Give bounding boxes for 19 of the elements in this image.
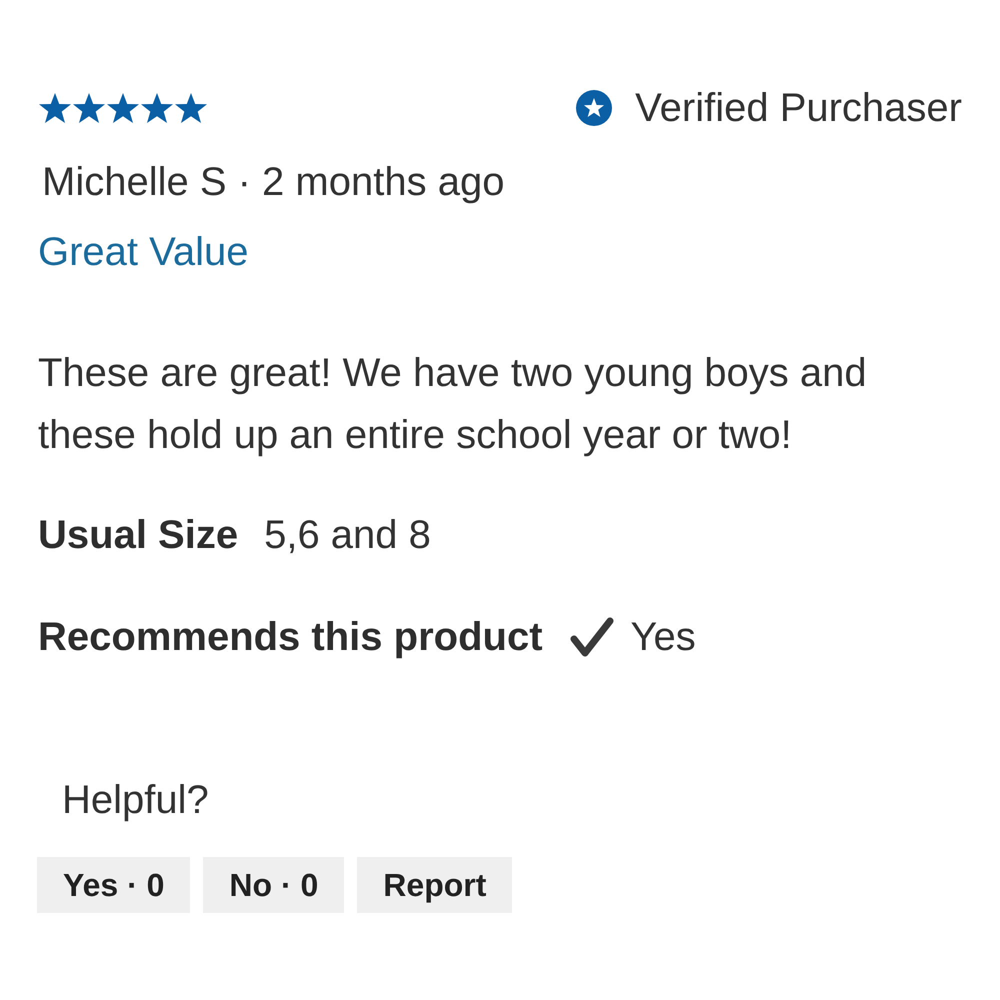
star-badge-icon [576,90,612,126]
review-title: Great Value [38,229,248,275]
vote-button[interactable]: Yes · 0 [37,857,190,913]
verified-badge-label: Verified Purchaser [635,85,962,131]
review-body: These are great! We have two young boys and these hold up an entire school year or two! [38,350,868,459]
star-icon [174,92,208,124]
vote-button[interactable]: No · 0 [203,857,344,913]
detail-label: Recommends this product [38,614,543,660]
detail-label: Usual Size [38,512,238,558]
detail-value: Yes [630,614,696,660]
report-button[interactable]: Report [357,857,512,913]
checkmark-icon [570,616,614,658]
helpful-prompt: Helpful? [62,777,209,823]
star-icon [140,92,174,124]
detail-value: 5,6 and 8 [264,512,431,558]
star-icon [72,92,106,124]
review-byline: Michelle S · 2 months ago [42,159,504,205]
star-icon [38,92,72,124]
star-icon [106,92,140,124]
